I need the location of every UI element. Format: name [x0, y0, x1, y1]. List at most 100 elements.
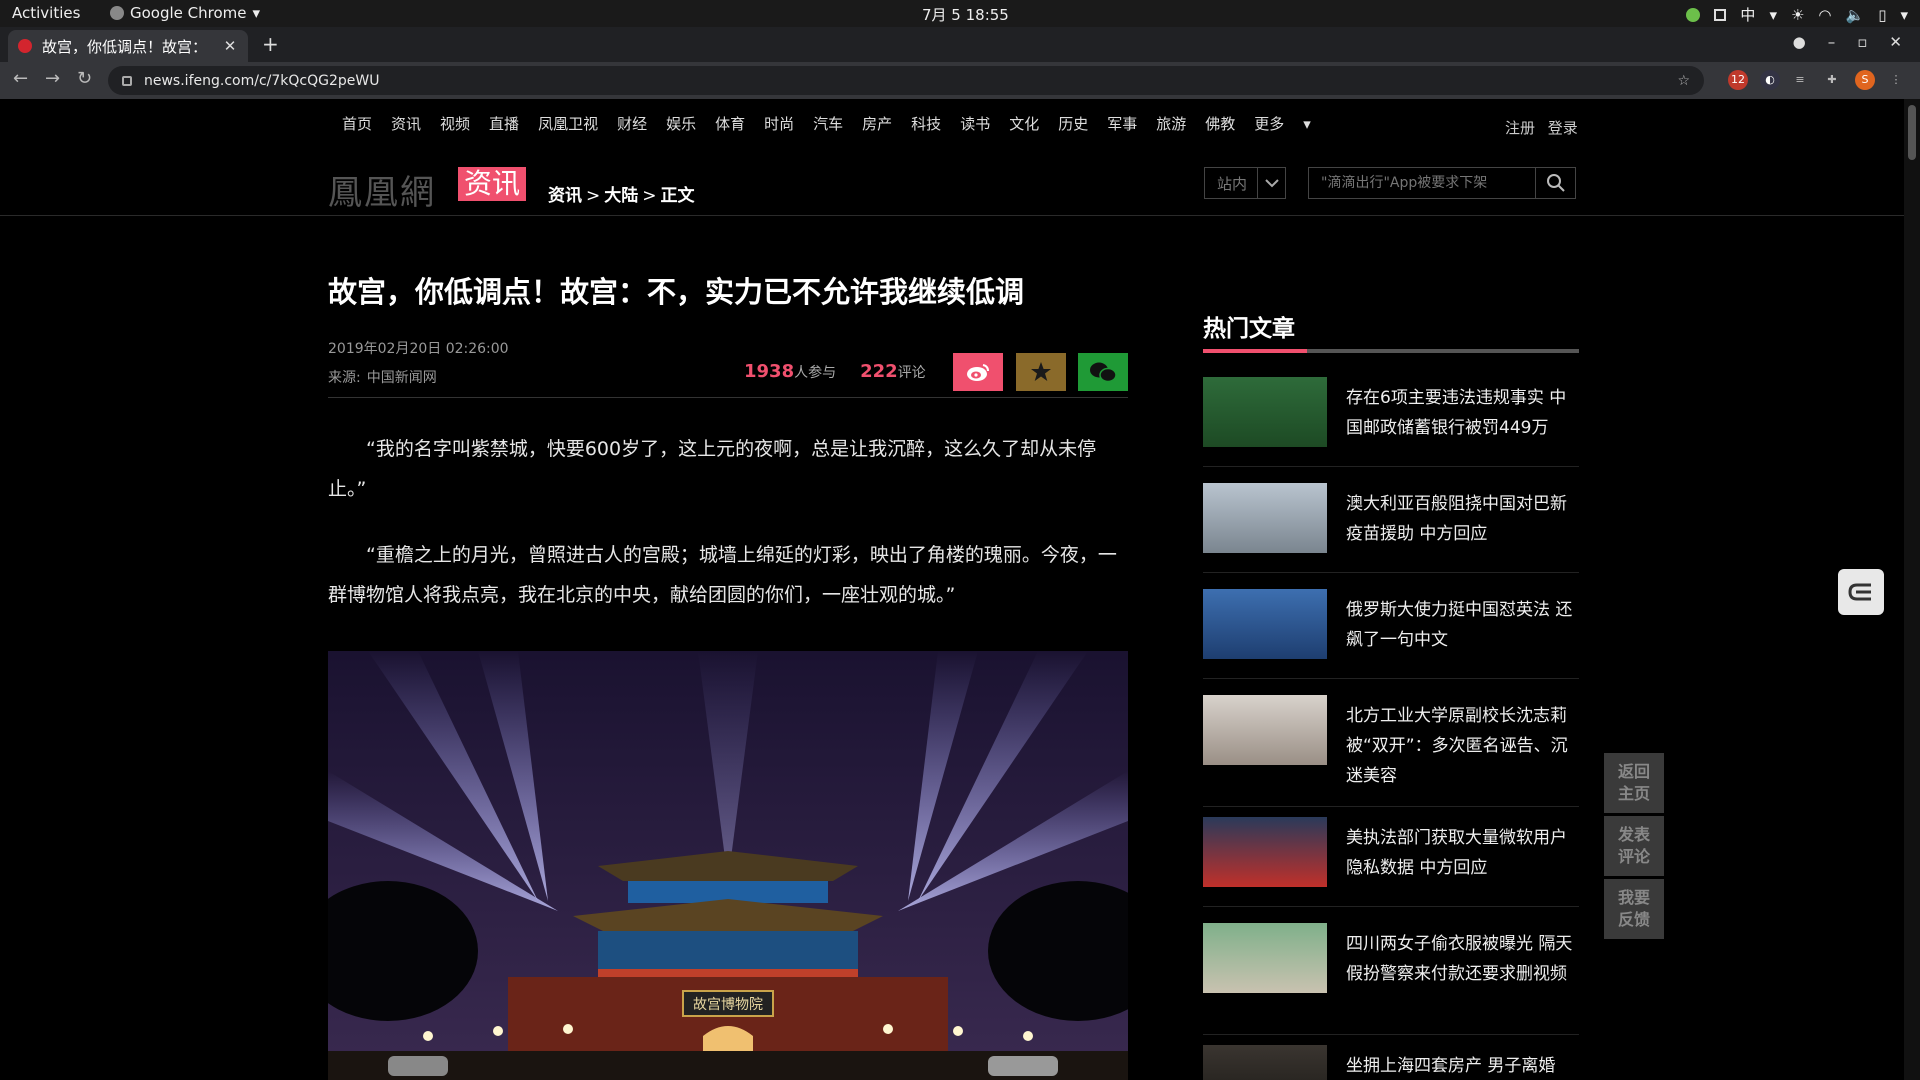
- app-menu[interactable]: Google Chrome ▾: [110, 4, 260, 22]
- extensions-puzzle-icon[interactable]: ✚: [1822, 70, 1842, 90]
- back-home-button[interactable]: 返回主页: [1604, 753, 1664, 813]
- hot-article-title[interactable]: 存在6项主要违法违规事实 中国邮政储蓄银行被罚449万: [1346, 383, 1582, 443]
- feedback-button[interactable]: 我要反馈: [1604, 879, 1664, 939]
- favorite-button[interactable]: [1016, 353, 1066, 391]
- screenshot-icon[interactable]: [1714, 8, 1727, 21]
- hot-article-item[interactable]: 存在6项主要违法违规事实 中国邮政储蓄银行被罚449万: [1203, 377, 1579, 467]
- nav-item[interactable]: 历史: [1058, 113, 1088, 134]
- back-icon[interactable]: ←: [13, 68, 28, 89]
- bookmark-star-icon[interactable]: ☆: [1677, 73, 1690, 89]
- nav-item[interactable]: 读书: [960, 113, 990, 134]
- login-link[interactable]: 登录: [1548, 119, 1578, 137]
- hot-article-title[interactable]: 澳大利亚百般阻挠中国对巴新疫苗援助 中方回应: [1346, 489, 1582, 549]
- input-method[interactable]: 中: [1740, 4, 1755, 25]
- hot-article-title[interactable]: 坐拥上海四套房产 男子离婚: [1346, 1051, 1582, 1080]
- nav-item[interactable]: 旅游: [1156, 113, 1186, 134]
- post-comment-button[interactable]: 发表评论: [1604, 816, 1664, 876]
- hot-article-thumbnail[interactable]: [1203, 377, 1327, 447]
- auth-links: 注册 登录: [1497, 117, 1578, 138]
- url-text[interactable]: news.ifeng.com/c/7kQcQG2peWU: [144, 73, 379, 89]
- chevron-down-icon[interactable]: [1257, 168, 1285, 198]
- nav-item[interactable]: 科技: [911, 113, 941, 134]
- hot-article-item[interactable]: 坐拥上海四套房产 男子离婚: [1203, 1045, 1579, 1080]
- nav-item[interactable]: 首页: [342, 113, 372, 134]
- nav-item-more[interactable]: 更多 ▾: [1254, 113, 1330, 134]
- participants-count[interactable]: 1938人参与: [744, 361, 836, 382]
- nav-item[interactable]: 佛教: [1205, 113, 1235, 134]
- nav-item[interactable]: 军事: [1107, 113, 1137, 134]
- wifi-icon[interactable]: ◠: [1818, 6, 1831, 24]
- system-tray[interactable]: 中 ▾ ☀ ◠ 🔈 ▯ ▾: [1686, 4, 1908, 25]
- update-icon[interactable]: [1686, 7, 1701, 22]
- web-page: 首页 资讯 视频 直播 凤凰卫视 财经 娱乐 体育 时尚 汽车 房产 科技 读书…: [0, 99, 1904, 1080]
- nav-item[interactable]: 视频: [440, 113, 470, 134]
- weibo-share-button[interactable]: [953, 353, 1003, 391]
- browser-tab[interactable]: 故宫，你低调点！故宫： ✕: [8, 30, 248, 62]
- hot-article-item[interactable]: 美执法部门获取大量微软用户隐私数据 中方回应: [1203, 817, 1579, 907]
- search-input[interactable]: [1309, 174, 1535, 192]
- hot-article-thumbnail[interactable]: [1203, 1045, 1327, 1080]
- hot-article-title[interactable]: 北方工业大学原副校长沈志莉被“双开”：多次匿名诬告、沉迷美容: [1346, 701, 1582, 791]
- new-tab-icon[interactable]: +: [262, 32, 279, 56]
- nav-item[interactable]: 体育: [715, 113, 745, 134]
- tab-search-icon[interactable]: ●: [1793, 33, 1806, 51]
- hot-title-underline: [1203, 349, 1579, 353]
- nav-item[interactable]: 凤凰卫视: [538, 113, 598, 134]
- hot-article-title[interactable]: 四川两女子偷衣服被曝光 隔天假扮警察来付款还要求删视频: [1346, 929, 1582, 989]
- search-scope-select[interactable]: 站内: [1204, 167, 1286, 199]
- brightness-icon[interactable]: ☀: [1791, 6, 1804, 24]
- hot-article-thumbnail[interactable]: [1203, 483, 1327, 553]
- hot-article-thumbnail[interactable]: [1203, 817, 1327, 887]
- register-link[interactable]: 注册: [1505, 119, 1535, 137]
- hot-article-title[interactable]: 俄罗斯大使力挺中国怼英法 还飙了一句中文: [1346, 595, 1582, 655]
- article-image[interactable]: 故宫博物院: [328, 651, 1128, 1080]
- browser-toolbar: ← → ↻ news.ifeng.com/c/7kQcQG2peWU ☆ 12 …: [0, 62, 1920, 99]
- scrollbar-thumb[interactable]: [1908, 105, 1916, 160]
- hot-article-item[interactable]: 北方工业大学原副校长沈志莉被“双开”：多次匿名诬告、沉迷美容: [1203, 695, 1579, 807]
- activities-button[interactable]: Activities: [12, 4, 80, 22]
- battery-icon[interactable]: ▯: [1878, 6, 1886, 24]
- address-bar[interactable]: news.ifeng.com/c/7kQcQG2peWU ☆: [108, 66, 1704, 95]
- forbidden-city-night-photo: 故宫博物院: [328, 651, 1128, 1080]
- page-scrollbar[interactable]: [1904, 99, 1920, 1080]
- reload-icon[interactable]: ↻: [77, 68, 92, 89]
- extension-adblock-icon[interactable]: 12: [1728, 70, 1748, 90]
- close-tab-icon[interactable]: ✕: [222, 37, 238, 55]
- profile-avatar[interactable]: S: [1855, 70, 1875, 90]
- nav-item[interactable]: 时尚: [764, 113, 794, 134]
- breadcrumb-item[interactable]: 大陆: [604, 186, 638, 206]
- clock[interactable]: 7月 5 18:55: [922, 4, 1009, 25]
- breadcrumb-item[interactable]: 资讯: [548, 186, 582, 206]
- menu-kebab-icon[interactable]: ⋮: [1886, 70, 1906, 90]
- nav-item[interactable]: 文化: [1009, 113, 1039, 134]
- comments-count[interactable]: 222评论: [860, 361, 926, 382]
- extension-moon-icon[interactable]: ◐: [1760, 70, 1780, 90]
- nav-item[interactable]: 资讯: [391, 113, 421, 134]
- forward-icon[interactable]: →: [45, 68, 60, 89]
- nav-item[interactable]: 娱乐: [666, 113, 696, 134]
- hot-article-title[interactable]: 美执法部门获取大量微软用户隐私数据 中方回应: [1346, 823, 1582, 883]
- nav-item[interactable]: 财经: [617, 113, 647, 134]
- volume-icon[interactable]: 🔈: [1846, 6, 1865, 24]
- hot-article-item[interactable]: 澳大利亚百般阻挠中国对巴新疫苗援助 中方回应: [1203, 483, 1579, 573]
- hot-article-item[interactable]: 俄罗斯大使力挺中国怼英法 还飙了一句中文: [1203, 589, 1579, 679]
- nav-item[interactable]: 直播: [489, 113, 519, 134]
- floating-action-button[interactable]: [1838, 569, 1884, 615]
- nav-item[interactable]: 房产: [862, 113, 892, 134]
- channel-badge[interactable]: 资讯: [458, 167, 527, 201]
- close-window-icon[interactable]: ✕: [1889, 33, 1902, 51]
- reading-list-icon[interactable]: ≡: [1790, 70, 1810, 90]
- minimize-icon[interactable]: –: [1828, 33, 1836, 51]
- wechat-share-button[interactable]: [1078, 353, 1128, 391]
- source-name[interactable]: 中国新闻网: [367, 370, 437, 386]
- search-icon[interactable]: [1535, 168, 1575, 198]
- nav-item[interactable]: 汽车: [813, 113, 843, 134]
- hot-article-thumbnail[interactable]: [1203, 695, 1327, 765]
- hot-article-item[interactable]: 四川两女子偷衣服被曝光 隔天假扮警察来付款还要求删视频: [1203, 923, 1579, 1035]
- maximize-icon[interactable]: ▫: [1857, 33, 1867, 51]
- hot-article-thumbnail[interactable]: [1203, 589, 1327, 659]
- ifeng-logo[interactable]: 鳳凰網: [328, 165, 436, 214]
- ifeng-app-icon: [1848, 583, 1871, 601]
- hot-article-thumbnail[interactable]: [1203, 923, 1327, 993]
- lock-icon[interactable]: [122, 75, 132, 86]
